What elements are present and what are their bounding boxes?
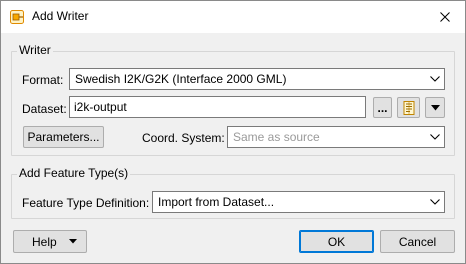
dataset-value: i2k-output [74, 100, 127, 114]
feature-type-definition-label: Feature Type Definition: [22, 196, 150, 210]
feature-type-group-label: Add Feature Type(s) [17, 166, 131, 180]
triangle-down-icon [430, 104, 440, 110]
help-button[interactable]: Help [13, 230, 87, 253]
cancel-button[interactable]: Cancel [380, 230, 455, 253]
title-bar[interactable]: Add Writer [1, 1, 465, 33]
dataset-input[interactable]: i2k-output [69, 96, 366, 118]
ok-button[interactable]: OK [299, 230, 374, 253]
feature-type-definition-dropdown[interactable]: Import from Dataset... [152, 191, 445, 213]
format-label: Format: [22, 73, 64, 87]
parameters-label: Parameters... [27, 130, 100, 144]
ok-label: OK [327, 234, 346, 249]
dataset-menu-button[interactable] [425, 97, 445, 118]
writer-group-label: Writer [17, 43, 53, 57]
coord-system-label: Coord. System: [142, 131, 225, 145]
feature-type-definition-value: Import from Dataset... [158, 195, 275, 209]
chevron-down-icon [426, 127, 444, 147]
browse-button[interactable]: ... [373, 97, 392, 118]
coord-system-placeholder: Same as source [233, 130, 320, 144]
database-files-icon [403, 100, 414, 115]
browse-label: ... [377, 100, 388, 115]
format-value: Swedish I2K/G2K (Interface 2000 GML) [75, 72, 287, 86]
triangle-down-icon [68, 239, 77, 244]
help-label: Help [32, 234, 57, 249]
window-title: Add Writer [32, 9, 89, 23]
chevron-down-icon [426, 69, 444, 89]
writer-app-icon [9, 9, 25, 25]
dataset-options-button[interactable] [397, 97, 420, 118]
close-icon [440, 12, 450, 22]
cancel-label: Cancel [398, 234, 437, 249]
close-button[interactable] [431, 5, 459, 29]
coord-system-dropdown[interactable]: Same as source [227, 126, 445, 148]
format-dropdown[interactable]: Swedish I2K/G2K (Interface 2000 GML) [69, 68, 445, 90]
chevron-down-icon [426, 192, 444, 212]
add-writer-dialog: Add Writer Writer Format: Swedish I2K/G2… [0, 0, 466, 264]
dataset-label: Dataset: [22, 102, 67, 116]
parameters-button[interactable]: Parameters... [23, 126, 104, 148]
